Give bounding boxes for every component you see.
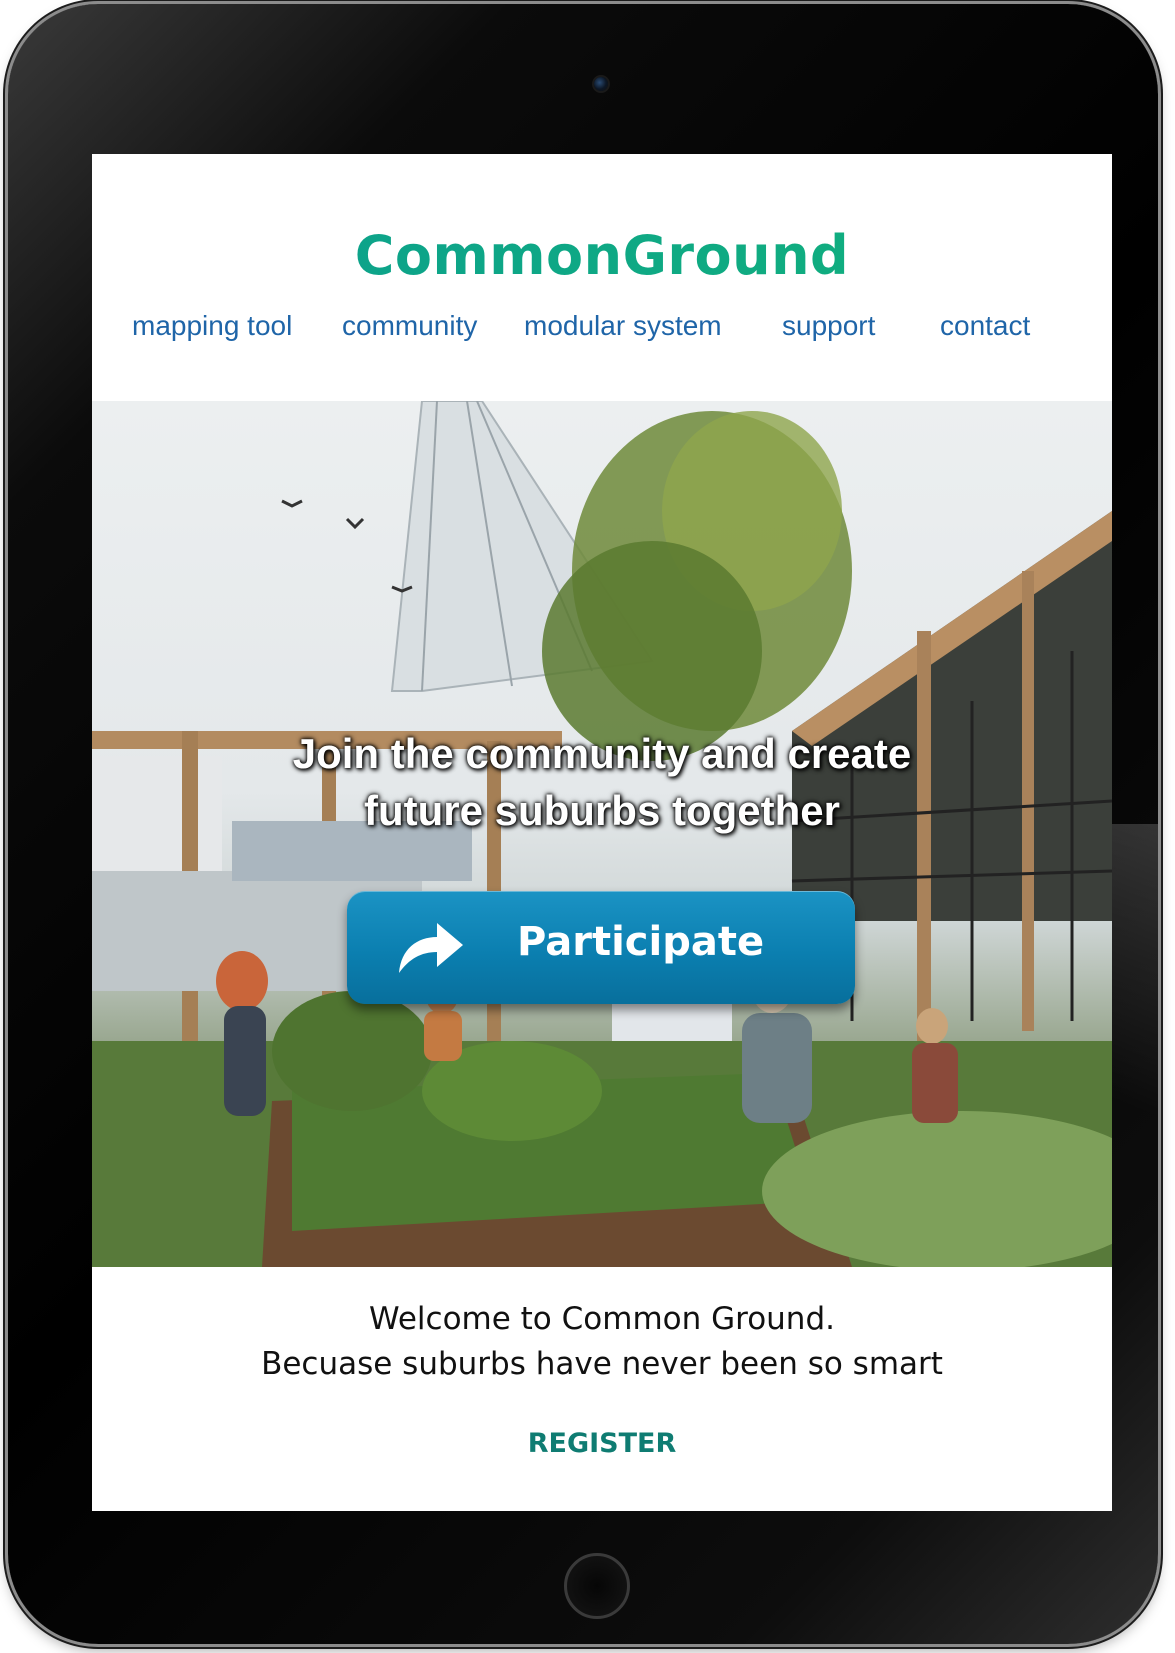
brand-logo[interactable]: CommonGround — [92, 224, 1112, 287]
welcome-line-2: Becuase suburbs have never been so smart — [261, 1346, 943, 1382]
home-button[interactable] — [564, 1553, 630, 1619]
hero-headline: Join the community and create future sub… — [92, 725, 1112, 839]
hero-headline-line-2: future suburbs together — [363, 787, 840, 834]
tablet-frame: CommonGround mapping tool community modu… — [8, 4, 1158, 1644]
nav-item-mapping-tool[interactable]: mapping tool — [132, 310, 292, 342]
participate-button[interactable]: Participate — [347, 891, 855, 1004]
nav-item-contact[interactable]: contact — [940, 310, 1030, 342]
register-link[interactable]: REGISTER — [92, 1428, 1112, 1459]
welcome-message: Welcome to Common Ground. Becuase suburb… — [92, 1297, 1112, 1387]
participate-label: Participate — [517, 919, 765, 965]
hero-headline-line-1: Join the community and create — [292, 730, 912, 777]
nav-item-modular-system[interactable]: modular system — [524, 310, 722, 342]
nav-item-community[interactable]: community — [342, 310, 477, 342]
hero-banner: Join the community and create future sub… — [92, 401, 1112, 1267]
nav-item-support[interactable]: support — [782, 310, 875, 342]
front-camera — [594, 77, 608, 91]
main-nav: mapping tool community modular system su… — [92, 310, 1112, 350]
tablet-screen: CommonGround mapping tool community modu… — [92, 154, 1112, 1511]
share-arrow-icon — [399, 923, 463, 973]
welcome-line-1: Welcome to Common Ground. — [369, 1301, 835, 1337]
